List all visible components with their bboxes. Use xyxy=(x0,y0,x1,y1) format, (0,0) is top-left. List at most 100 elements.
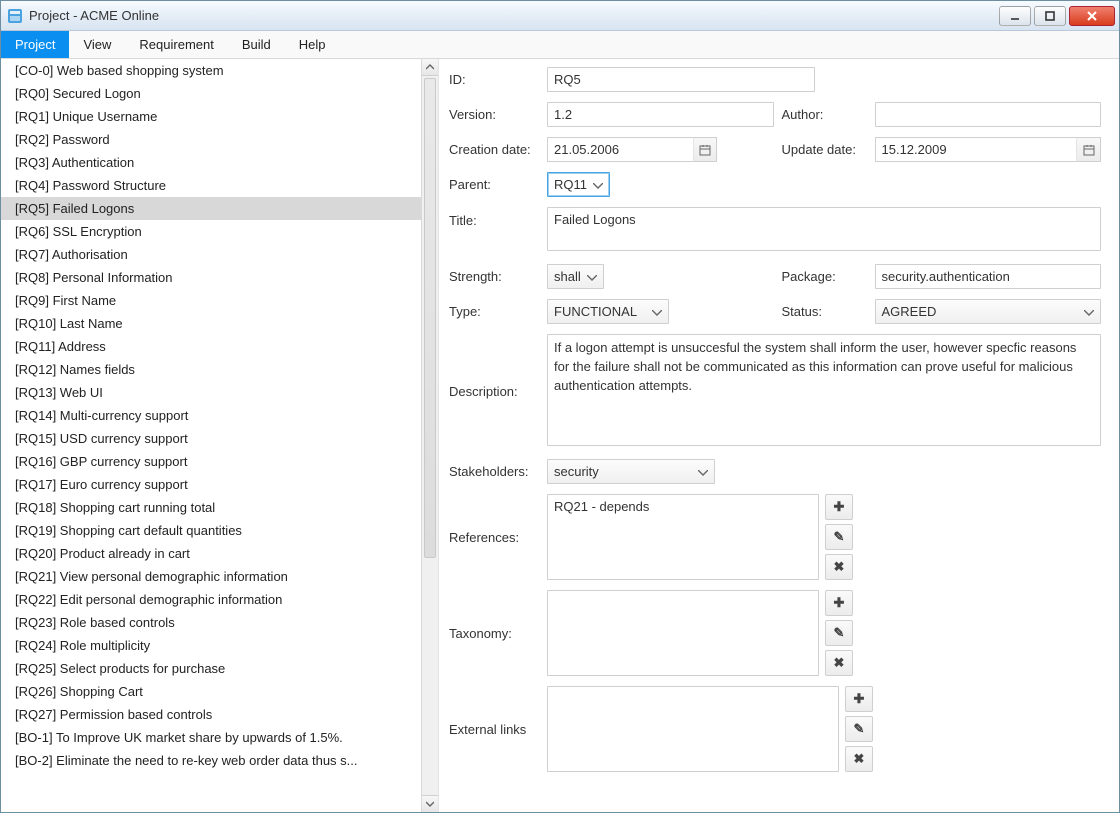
list-item[interactable]: [BO-2] Eliminate the need to re-key web … xyxy=(1,749,421,772)
strength-select[interactable]: shall xyxy=(547,264,604,289)
parent-label: Parent: xyxy=(449,177,539,192)
references-list[interactable]: RQ21 - depends xyxy=(547,494,819,580)
taxonomy-remove-button[interactable]: ✖ xyxy=(825,650,853,676)
menu-view[interactable]: View xyxy=(69,31,125,58)
version-field[interactable] xyxy=(547,102,774,127)
strength-label: Strength: xyxy=(449,269,539,284)
status-label: Status: xyxy=(782,304,867,319)
external-links-remove-button[interactable]: ✖ xyxy=(845,746,873,772)
list-item[interactable]: [RQ20] Product already in cart xyxy=(1,542,421,565)
description-field[interactable] xyxy=(547,334,1101,446)
external-links-edit-button[interactable]: ✎ xyxy=(845,716,873,742)
list-item[interactable]: [RQ26] Shopping Cart xyxy=(1,680,421,703)
plus-icon: ✚ xyxy=(854,691,865,707)
package-field[interactable] xyxy=(875,264,1102,289)
scroll-up-button[interactable] xyxy=(422,59,438,76)
list-item[interactable]: [RQ1] Unique Username xyxy=(1,105,421,128)
references-add-button[interactable]: ✚ xyxy=(825,494,853,520)
chevron-down-icon xyxy=(587,269,597,284)
list-item[interactable]: [RQ24] Role multiplicity xyxy=(1,634,421,657)
list-item[interactable]: [RQ8] Personal Information xyxy=(1,266,421,289)
minimize-button[interactable] xyxy=(999,6,1031,26)
calendar-icon xyxy=(1083,144,1095,156)
menu-requirement[interactable]: Requirement xyxy=(125,31,227,58)
list-scrollbar[interactable] xyxy=(421,59,438,812)
list-item[interactable]: [RQ17] Euro currency support xyxy=(1,473,421,496)
list-item[interactable]: [RQ6] SSL Encryption xyxy=(1,220,421,243)
external-links-label: External links xyxy=(449,722,539,737)
menu-project[interactable]: Project xyxy=(1,31,69,58)
list-item[interactable]: [RQ10] Last Name xyxy=(1,312,421,335)
scroll-track[interactable] xyxy=(422,76,438,795)
type-label: Type: xyxy=(449,304,539,319)
list-item[interactable]: [RQ11] Address xyxy=(1,335,421,358)
list-item[interactable]: [RQ22] Edit personal demographic informa… xyxy=(1,588,421,611)
list-item[interactable]: [RQ5] Failed Logons xyxy=(1,197,421,220)
list-item[interactable]: [RQ12] Names fields xyxy=(1,358,421,381)
external-links-list[interactable] xyxy=(547,686,839,772)
pencil-icon: ✎ xyxy=(834,529,845,545)
maximize-button[interactable] xyxy=(1034,6,1066,26)
list-item[interactable]: [BO-1] To Improve UK market share by upw… xyxy=(1,726,421,749)
list-item[interactable]: [RQ14] Multi-currency support xyxy=(1,404,421,427)
update-date-field[interactable] xyxy=(875,137,1077,162)
list-item[interactable]: [RQ25] Select products for purchase xyxy=(1,657,421,680)
list-item[interactable]: [RQ0] Secured Logon xyxy=(1,82,421,105)
parent-value: RQ11 xyxy=(554,177,587,192)
list-item[interactable]: [RQ2] Password xyxy=(1,128,421,151)
update-date-label: Update date: xyxy=(782,142,867,157)
list-item[interactable]: [RQ18] Shopping cart running total xyxy=(1,496,421,519)
list-item[interactable]: [RQ19] Shopping cart default quantities xyxy=(1,519,421,542)
list-item[interactable]: [RQ9] First Name xyxy=(1,289,421,312)
list-item[interactable]: [RQ4] Password Structure xyxy=(1,174,421,197)
x-icon: ✖ xyxy=(854,751,865,767)
list-item[interactable]: [RQ13] Web UI xyxy=(1,381,421,404)
requirements-list[interactable]: [CO-0] Web based shopping system[RQ0] Se… xyxy=(1,59,421,812)
list-item[interactable]: [RQ7] Authorisation xyxy=(1,243,421,266)
plus-icon: ✚ xyxy=(834,595,845,611)
taxonomy-edit-button[interactable]: ✎ xyxy=(825,620,853,646)
stakeholders-select[interactable]: security xyxy=(547,459,715,484)
list-item[interactable]: [RQ27] Permission based controls xyxy=(1,703,421,726)
taxonomy-add-button[interactable]: ✚ xyxy=(825,590,853,616)
strength-value: shall xyxy=(554,269,581,284)
chevron-down-icon xyxy=(698,464,708,479)
type-select[interactable]: FUNCTIONAL xyxy=(547,299,669,324)
pencil-icon: ✎ xyxy=(854,721,865,737)
references-item[interactable]: RQ21 - depends xyxy=(554,499,812,514)
parent-select[interactable]: RQ11 xyxy=(547,172,610,197)
x-icon: ✖ xyxy=(834,559,845,575)
stakeholders-value: security xyxy=(554,464,599,479)
menu-build[interactable]: Build xyxy=(228,31,285,58)
list-item[interactable]: [RQ23] Role based controls xyxy=(1,611,421,634)
list-item[interactable]: [RQ16] GBP currency support xyxy=(1,450,421,473)
x-icon: ✖ xyxy=(834,655,845,671)
package-label: Package: xyxy=(782,269,867,284)
type-value: FUNCTIONAL xyxy=(554,304,637,319)
scroll-down-button[interactable] xyxy=(422,795,438,812)
list-item[interactable]: [CO-0] Web based shopping system xyxy=(1,59,421,82)
references-remove-button[interactable]: ✖ xyxy=(825,554,853,580)
window-buttons xyxy=(999,6,1115,26)
close-button[interactable] xyxy=(1069,6,1115,26)
scroll-thumb[interactable] xyxy=(424,78,436,558)
id-field[interactable] xyxy=(547,67,815,92)
stakeholders-label: Stakeholders: xyxy=(449,464,539,479)
content-area: [CO-0] Web based shopping system[RQ0] Se… xyxy=(1,59,1119,812)
list-item[interactable]: [RQ21] View personal demographic informa… xyxy=(1,565,421,588)
chevron-down-icon xyxy=(1084,304,1094,319)
update-date-picker-button[interactable] xyxy=(1076,137,1101,162)
title-field[interactable] xyxy=(547,207,1101,251)
taxonomy-list[interactable] xyxy=(547,590,819,676)
taxonomy-label: Taxonomy: xyxy=(449,626,539,641)
author-field[interactable] xyxy=(875,102,1102,127)
list-item[interactable]: [RQ3] Authentication xyxy=(1,151,421,174)
creation-date-picker-button[interactable] xyxy=(693,137,717,162)
menu-help[interactable]: Help xyxy=(285,31,340,58)
references-edit-button[interactable]: ✎ xyxy=(825,524,853,550)
creation-date-field[interactable] xyxy=(547,137,693,162)
external-links-add-button[interactable]: ✚ xyxy=(845,686,873,712)
status-select[interactable]: AGREED xyxy=(875,299,1102,324)
title-label: Title: xyxy=(449,207,539,228)
list-item[interactable]: [RQ15] USD currency support xyxy=(1,427,421,450)
